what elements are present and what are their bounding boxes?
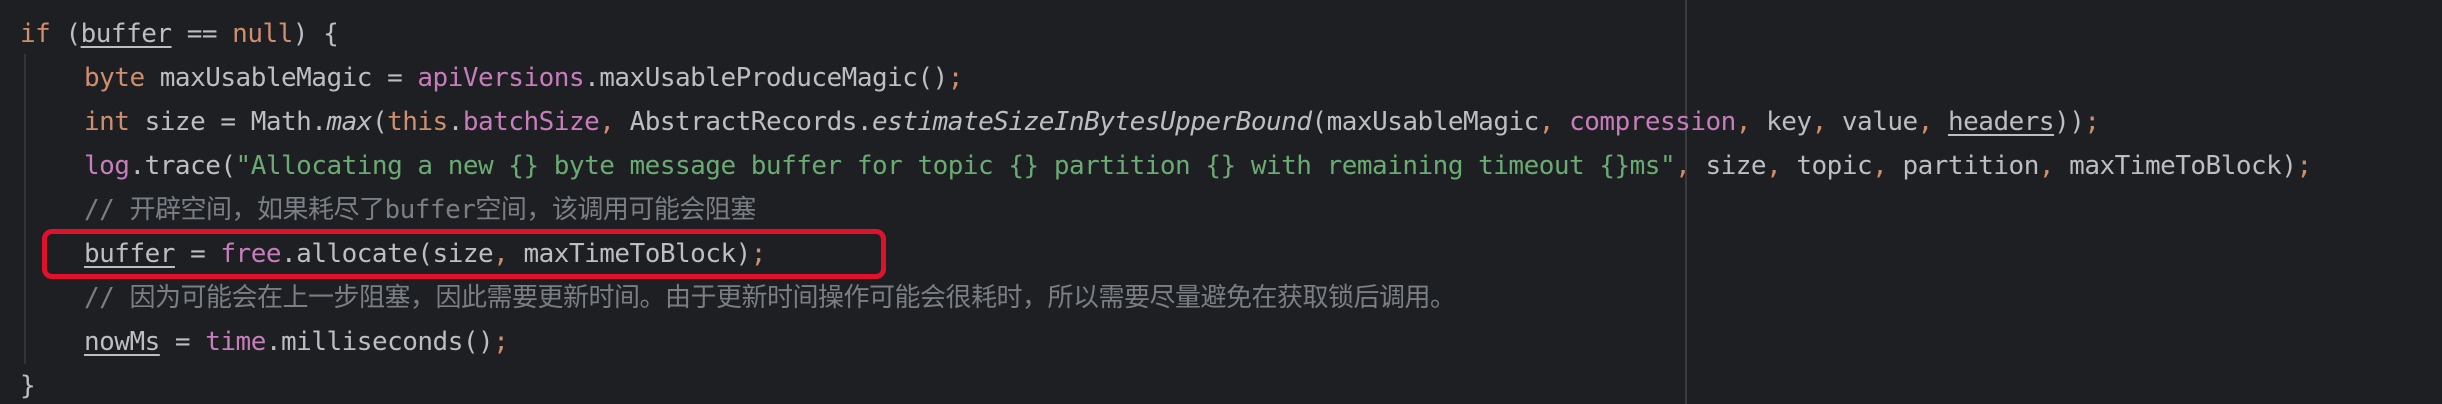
- code-token: =: [159, 327, 206, 357]
- code-token: ,: [1538, 107, 1570, 137]
- code-line[interactable]: // 开辟空间，如果耗尽了buffer空间，该调用可能会阻塞: [20, 188, 2312, 232]
- code-token: // 因为可能会在上一步阻塞，因此需要更新时间。由于更新时间操作可能会很耗时，所…: [84, 283, 1456, 313]
- code-token: (: [50, 19, 81, 49]
- code-editor[interactable]: if (buffer == null) {byte maxUsableMagic…: [0, 0, 2442, 404]
- code-token: ,: [2038, 151, 2070, 181]
- code-token: ,: [1872, 151, 1903, 181]
- code-token: log: [84, 151, 130, 181]
- code-token: // 开辟空间，如果耗尽了buffer空间，该调用可能会阻塞: [84, 195, 756, 225]
- code-token: .maxUsableProduceMagic(): [584, 63, 948, 93]
- code-token: this: [387, 107, 448, 137]
- code-token: ==: [171, 19, 233, 49]
- code-token: ) {: [292, 19, 339, 49]
- code-token: ,: [1766, 151, 1797, 181]
- code-token: nowMs: [84, 327, 160, 357]
- code-token: ,: [1811, 107, 1842, 137]
- code-token: size = Math.: [129, 107, 327, 137]
- code-token: partition: [1902, 151, 2039, 181]
- code-area[interactable]: if (buffer == null) {byte maxUsableMagic…: [20, 12, 2312, 404]
- code-token: max: [326, 107, 372, 137]
- code-token: if: [20, 19, 51, 49]
- code-token: batchSize: [462, 107, 600, 137]
- code-token: }: [20, 371, 36, 401]
- code-token: .: [447, 107, 464, 137]
- code-token: key: [1766, 107, 1812, 137]
- code-token: null: [232, 19, 293, 49]
- code-token: estimateSizeInBytesUpperBound: [872, 107, 1312, 137]
- code-token: ,: [599, 107, 630, 137]
- code-token: maxUsableMagic =: [144, 63, 418, 93]
- code-line[interactable]: int size = Math.max(this.batchSize, Abst…: [20, 100, 2312, 144]
- code-token: )): [2054, 107, 2085, 137]
- code-token: .trace(: [129, 151, 236, 181]
- code-token: ;: [2084, 107, 2100, 137]
- code-token: ,: [1735, 107, 1767, 137]
- code-token: buffer: [80, 19, 172, 49]
- code-token: headers: [1947, 107, 2055, 137]
- code-token: ;: [2296, 151, 2312, 181]
- code-line[interactable]: nowMs = time.milliseconds();: [20, 320, 2312, 364]
- code-token: "Allocating a new {} byte message buffer…: [235, 151, 1676, 181]
- code-token: byte: [84, 63, 145, 93]
- code-token: AbstractRecords.: [629, 107, 873, 137]
- code-line[interactable]: }: [20, 364, 2312, 404]
- code-line[interactable]: if (buffer == null) {: [20, 12, 2312, 56]
- code-token: int: [84, 107, 130, 137]
- code-token: ;: [493, 327, 509, 357]
- code-token: maxTimeToBlock): [2069, 151, 2297, 181]
- code-token: compression: [1569, 107, 1736, 137]
- code-token: .milliseconds(): [265, 327, 494, 357]
- code-token: size: [1705, 151, 1767, 181]
- code-line[interactable]: // 因为可能会在上一步阻塞，因此需要更新时间。由于更新时间操作可能会很耗时，所…: [20, 276, 2312, 320]
- highlight-box: [42, 229, 886, 279]
- code-token: ,: [1675, 151, 1706, 181]
- code-token: ,: [1917, 107, 1948, 137]
- code-token: (maxUsableMagic: [1311, 107, 1539, 137]
- code-line[interactable]: log.trace("Allocating a new {} byte mess…: [20, 144, 2312, 188]
- code-token: topic: [1796, 151, 1873, 181]
- code-token: apiVersions: [417, 63, 585, 93]
- code-token: ;: [947, 63, 964, 93]
- code-token: value: [1841, 107, 1918, 137]
- code-line[interactable]: byte maxUsableMagic = apiVersions.maxUsa…: [20, 56, 2312, 100]
- code-token: time: [205, 327, 266, 357]
- code-token: (: [371, 107, 388, 137]
